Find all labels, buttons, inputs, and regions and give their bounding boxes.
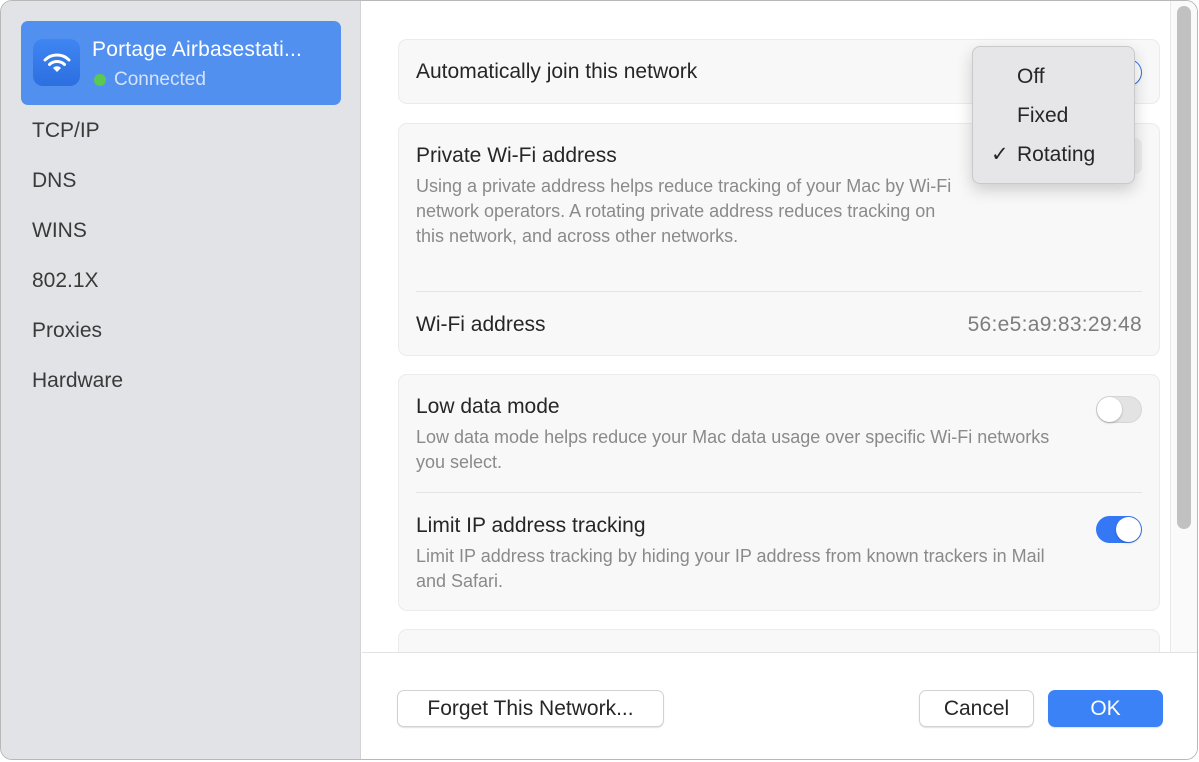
private-address-row: Private Wi-Fi address Using a private ad… [416,144,966,249]
sidebar: Portage Airbasestati... Connected TCP/IP… [1,1,361,759]
ok-button[interactable]: OK [1048,690,1163,727]
next-settings-card [398,629,1160,652]
private-address-title: Private Wi-Fi address [416,144,617,167]
sidebar-item-proxies[interactable]: Proxies [1,306,360,356]
checkmark-icon: ✓ [991,143,1009,166]
scrollbar-thumb[interactable] [1177,6,1191,529]
menu-item-fixed[interactable]: Fixed [973,98,1134,134]
low-data-description: Low data mode helps reduce your Mac data… [416,427,1050,472]
low-data-title: Low data mode [416,395,560,418]
network-settings-window: Portage Airbasestati... Connected TCP/IP… [0,0,1198,760]
private-address-menu: Off Fixed ✓ Rotating [972,46,1135,184]
auto-join-label: Automatically join this network [416,60,698,83]
limit-ip-row: Limit IP address tracking Limit IP addre… [416,514,1076,594]
divider [416,492,1142,493]
sidebar-item-8021x[interactable]: 802.1X [1,256,360,306]
forget-network-button[interactable]: Forget This Network... [397,690,664,727]
scrollbar[interactable] [1170,1,1197,652]
wifi-icon [33,39,80,86]
sidebar-list: TCP/IP DNS WINS 802.1X Proxies Hardware [1,106,360,406]
sidebar-item-dns[interactable]: DNS [1,156,360,206]
sidebar-item-wins[interactable]: WINS [1,206,360,256]
menu-item-label: Rotating [1017,143,1096,166]
limit-ip-title: Limit IP address tracking [416,514,646,537]
sidebar-network-item[interactable]: Portage Airbasestati... Connected [21,21,341,105]
private-address-description: Using a private address helps reduce tra… [416,176,952,246]
network-name: Portage Airbasestati... [92,38,303,61]
network-status: Connected [94,69,206,91]
toggle-knob [1116,517,1141,542]
menu-item-rotating[interactable]: ✓ Rotating [973,137,1134,173]
divider [416,291,1142,292]
wifi-address-label: Wi-Fi address [416,313,546,336]
low-data-toggle[interactable] [1096,396,1142,423]
wifi-address-value: 56:e5:a9:83:29:48 [967,313,1142,336]
data-options-card: Low data mode Low data mode helps reduce… [398,374,1160,611]
limit-ip-toggle[interactable] [1096,516,1142,543]
toggle-knob [1097,397,1122,422]
menu-item-label: Off [1017,65,1045,88]
dialog-footer: Forget This Network... Cancel OK [362,652,1197,759]
sidebar-item-tcpip[interactable]: TCP/IP [1,106,360,156]
menu-item-off[interactable]: Off [973,59,1134,95]
sidebar-item-hardware[interactable]: Hardware [1,356,360,406]
limit-ip-description: Limit IP address tracking by hiding your… [416,546,1045,591]
connected-status-dot-icon [94,74,106,86]
low-data-row: Low data mode Low data mode helps reduce… [416,395,1076,475]
cancel-button[interactable]: Cancel [919,690,1034,727]
network-status-label: Connected [114,69,206,90]
menu-item-label: Fixed [1017,104,1069,127]
